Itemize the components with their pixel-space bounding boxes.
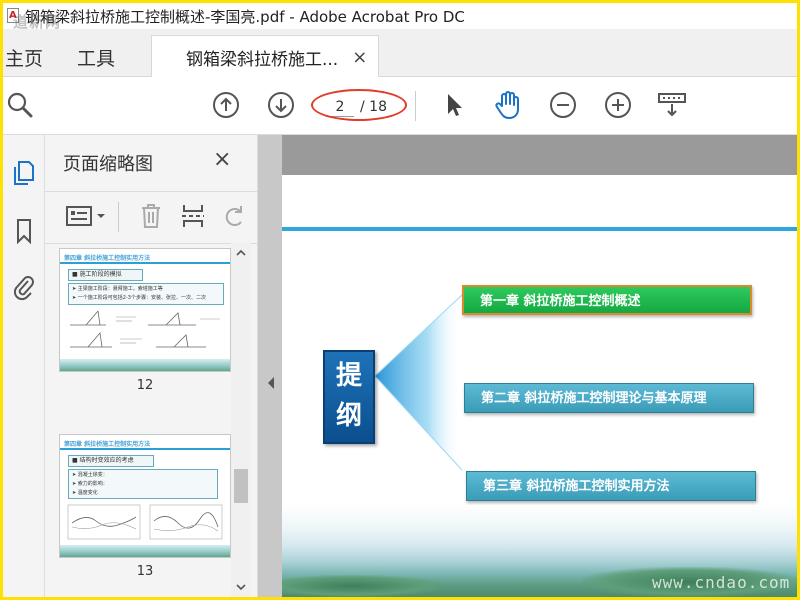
thumbnail-options-button[interactable] xyxy=(65,202,109,230)
thumbnail-list: 第四章 斜拉桥施工控制实用方法 ■ 施工阶段的模拟 ➤ 主梁施工阶段：悬臂施工，… xyxy=(45,243,258,597)
chapter-3-link[interactable]: 第三章 斜拉桥施工控制实用方法 xyxy=(466,471,756,501)
paperclip-icon xyxy=(13,276,34,301)
toolbar: 2 / 18 xyxy=(3,77,797,135)
thumbnail-bullet: ➤ 主梁施工阶段：悬臂施工，索塔施工等 xyxy=(72,286,163,292)
thumbnails-panel: 页面缩略图 × 第四章 斜拉桥施工控制实用方法 ■ 施工阶段的模拟 ➤ 主梁施工… xyxy=(45,135,258,597)
thumbnail-rule xyxy=(60,448,230,450)
zoom-search-button[interactable] xyxy=(5,90,35,120)
insert-page-button[interactable] xyxy=(179,202,207,230)
attachments-button[interactable] xyxy=(3,267,45,307)
tab-tools[interactable]: 工具 xyxy=(77,44,115,71)
thumbnail-sea-image xyxy=(60,359,230,371)
thumbnail-page-number: 12 xyxy=(136,378,154,393)
outline-char: 提 xyxy=(335,361,362,391)
page-display-icon xyxy=(658,93,686,117)
thumbnail-bullet: ➤ 温度变化 xyxy=(72,490,98,496)
thumbnail-diagrams xyxy=(70,310,220,348)
thumbnail-header: 第四章 斜拉桥施工控制实用方法 xyxy=(64,441,151,448)
chevron-up-icon xyxy=(236,249,246,256)
title-bar: A 钢箱梁斜拉桥施工控制概述-李国亮.pdf - Adobe Acrobat P… xyxy=(3,3,797,31)
thumbnail-rule xyxy=(60,262,230,264)
hand-tool-button[interactable] xyxy=(493,90,523,120)
app-window: A 钢箱梁斜拉桥施工控制概述-李国亮.pdf - Adobe Acrobat P… xyxy=(3,3,797,597)
select-cursor-icon xyxy=(448,94,462,116)
thumbnail-bullet: ➤ 索力的影响： xyxy=(72,481,108,487)
select-tool-button[interactable] xyxy=(439,90,469,120)
scroll-down-button[interactable] xyxy=(235,581,247,593)
page-display-button[interactable] xyxy=(657,90,687,120)
zoom-icon xyxy=(7,92,33,118)
chapter-1-link[interactable]: 第一章 斜拉桥施工控制概述 xyxy=(462,285,752,315)
thumbnail-page-12[interactable]: 第四章 斜拉桥施工控制实用方法 ■ 施工阶段的模拟 ➤ 主梁施工阶段：悬臂施工，… xyxy=(59,248,231,372)
next-page-icon xyxy=(268,92,294,118)
thumbnail-box: ■ 施工阶段的模拟 xyxy=(68,269,143,281)
insert-page-icon xyxy=(182,205,204,227)
scroll-up-button[interactable] xyxy=(235,247,247,259)
rotate-page-button[interactable] xyxy=(221,202,247,230)
bookmarks-button[interactable] xyxy=(3,211,45,251)
pdf-page: 提 纲 第一章 斜拉桥施工控制概述 第二章 斜拉桥施工控制理论与基本原理 第三章… xyxy=(282,135,797,597)
thumbnail-page-number: 13 xyxy=(136,564,154,579)
left-rail xyxy=(3,135,45,597)
pages-icon xyxy=(14,161,34,185)
panel-title: 页面缩略图 xyxy=(63,154,153,175)
next-page-button[interactable] xyxy=(266,90,296,120)
panel-toolbar xyxy=(45,191,258,239)
close-panel-button[interactable]: × xyxy=(213,147,231,172)
page-thumbnails-button[interactable] xyxy=(3,153,45,193)
thumbnail-header: 第四章 斜拉桥施工控制实用方法 xyxy=(64,255,151,262)
outline-box: 提 纲 xyxy=(323,350,375,444)
close-tab-button[interactable]: × xyxy=(352,47,367,68)
tab-home[interactable]: 主页 xyxy=(5,44,43,71)
thumbnail-scrollbar[interactable] xyxy=(231,243,251,597)
zoom-in-button[interactable] xyxy=(603,90,633,120)
tab-document[interactable]: 钢箱梁斜拉桥施工... × xyxy=(151,35,379,78)
annotation-ellipse xyxy=(311,89,407,121)
scroll-thumb[interactable] xyxy=(234,469,248,503)
page-header-rule xyxy=(282,227,797,231)
options-list-icon xyxy=(66,206,105,226)
trash-icon xyxy=(142,204,160,228)
thumbnail-page-13[interactable]: 第四章 斜拉桥施工控制实用方法 ■ 结构时变效应的考虑 ➤ 混凝土徐变： ➤ 索… xyxy=(59,434,231,558)
hand-tool-icon xyxy=(495,91,519,119)
thumbnail-sea-image xyxy=(60,545,230,557)
zoom-in-icon xyxy=(605,92,631,118)
document-view: 提 纲 第一章 斜拉桥施工控制概述 第二章 斜拉桥施工控制理论与基本原理 第三章… xyxy=(258,135,797,597)
outline-char: 纲 xyxy=(335,401,362,431)
triangle-left-icon xyxy=(268,377,274,389)
document-tab-label: 钢箱梁斜拉桥施工... xyxy=(186,49,339,70)
tab-bar: 主页 工具 钢箱梁斜拉桥施工... × xyxy=(3,29,797,78)
toolbar-divider xyxy=(415,91,416,121)
watermark-text: www.cndao.com xyxy=(652,573,791,592)
chapter-2-link[interactable]: 第二章 斜拉桥施工控制理论与基本原理 xyxy=(464,383,754,413)
thumbnail-bullet: ➤ 混凝土徐变： xyxy=(72,472,108,478)
thumbnail-bullet: ➤ 一个施工阶段可包括2-3个步骤：安装、张拉、一次、二次 xyxy=(72,295,206,301)
page-top-band xyxy=(282,135,797,175)
panel-toolbar-divider xyxy=(118,202,119,232)
thumbnail-plots xyxy=(67,504,223,540)
chevron-down-icon xyxy=(236,584,246,591)
window-title: 钢箱梁斜拉桥施工控制概述-李国亮.pdf - Adobe Acrobat Pro… xyxy=(25,7,465,26)
rotate-icon xyxy=(225,206,242,226)
delete-page-button[interactable] xyxy=(137,202,165,230)
collapse-panel-button[interactable] xyxy=(266,375,276,394)
bookmark-icon xyxy=(17,219,31,245)
previous-page-button[interactable] xyxy=(211,90,241,120)
prev-page-icon xyxy=(213,92,239,118)
zoom-out-button[interactable] xyxy=(548,90,578,120)
thumbnail-box: ■ 结构时变效应的考虑 xyxy=(68,455,154,467)
zoom-out-icon xyxy=(550,92,576,118)
